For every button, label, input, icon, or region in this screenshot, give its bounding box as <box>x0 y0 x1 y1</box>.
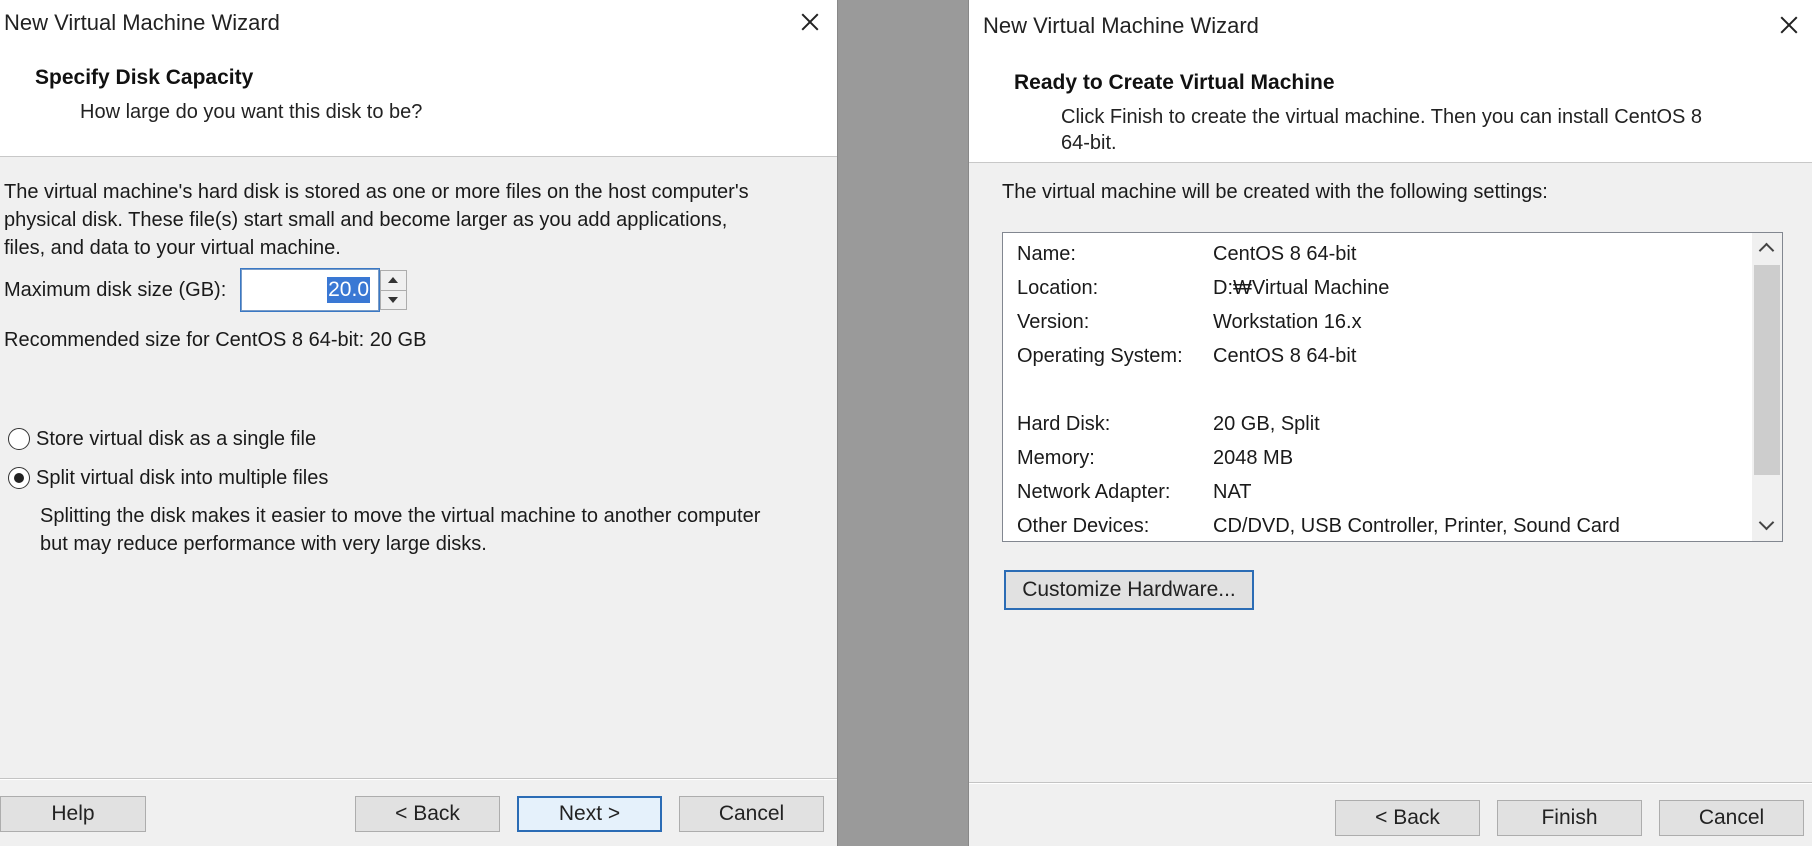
list-item: Version: Workstation 16.x <box>1003 307 1743 337</box>
setting-value: D:₩Virtual Machine <box>1213 277 1390 299</box>
disk-size-stepper[interactable] <box>380 270 407 310</box>
setting-key: Operating System: <box>1017 345 1183 367</box>
setting-key: Network Adapter: <box>1017 481 1171 503</box>
title-bar: New Virtual Machine Wizard <box>969 0 1812 44</box>
window-title: New Virtual Machine Wizard <box>4 10 280 35</box>
split-help-text: Splitting the disk makes it easier to mo… <box>40 502 830 558</box>
settings-list[interactable]: Name: CentOS 8 64-bit Location: D:₩Virtu… <box>1002 232 1783 542</box>
customize-hardware-button[interactable]: Customize Hardware... <box>1004 570 1254 610</box>
close-icon[interactable] <box>790 2 830 42</box>
list-item: Operating System: CentOS 8 64-bit <box>1003 341 1743 371</box>
setting-value: CentOS 8 64-bit <box>1213 243 1357 265</box>
finish-button[interactable]: Finish <box>1497 800 1642 836</box>
spin-up-icon[interactable] <box>381 271 406 291</box>
help-line: but may reduce performance with very lar… <box>40 533 487 555</box>
setting-key: Version: <box>1017 311 1090 333</box>
setting-value: Workstation 16.x <box>1213 311 1362 333</box>
wizard-header: Specify Disk Capacity How large do you w… <box>0 44 837 157</box>
radio-split-files-label[interactable]: Split virtual disk into multiple files <box>36 464 328 492</box>
footer-divider <box>0 778 837 780</box>
subtitle-line: Click Finish to create the virtual machi… <box>1061 106 1703 128</box>
radio-single-file[interactable] <box>8 428 30 450</box>
setting-value: 2048 MB <box>1213 447 1294 469</box>
cancel-button[interactable]: Cancel <box>1659 800 1804 836</box>
vertical-scrollbar[interactable] <box>1752 233 1782 541</box>
radio-split-files[interactable] <box>8 467 30 489</box>
chevron-up-icon[interactable] <box>1752 233 1782 263</box>
max-disk-size-label: Maximum disk size (GB): <box>4 279 227 301</box>
setting-value: NAT <box>1213 481 1252 503</box>
scroll-thumb[interactable] <box>1754 265 1780 475</box>
max-disk-size-input[interactable]: 20.0 <box>240 268 380 312</box>
setting-key: Memory: <box>1017 447 1095 469</box>
setting-key: Location: <box>1017 277 1099 299</box>
radio-single-file-label[interactable]: Store virtual disk as a single file <box>36 425 316 453</box>
list-item: Location: D:₩Virtual Machine <box>1003 273 1743 303</box>
ready-to-create-window: New Virtual Machine Wizard Ready to Crea… <box>968 0 1812 846</box>
window-title: New Virtual Machine Wizard <box>983 13 1259 38</box>
page-subtitle: How large do you want this disk to be? <box>80 101 423 123</box>
description-line: files, and data to your virtual machine. <box>4 237 341 259</box>
next-button[interactable]: Next > <box>517 796 662 832</box>
description-line: The virtual machine's hard disk is store… <box>4 181 749 203</box>
setting-key: Other Devices: <box>1017 515 1150 537</box>
footer-divider <box>969 782 1812 784</box>
help-line: Splitting the disk makes it easier to mo… <box>40 505 761 527</box>
list-item: Hard Disk: 20 GB, Split <box>1003 409 1743 439</box>
disk-capacity-window: New Virtual Machine Wizard Specify Disk … <box>0 0 838 846</box>
page-title: Ready to Create Virtual Machine <box>1014 71 1335 94</box>
setting-value: CentOS 8 64-bit <box>1213 345 1357 367</box>
description-line: physical disk. These file(s) start small… <box>4 209 728 231</box>
back-button[interactable]: < Back <box>1335 800 1480 836</box>
setting-value: CD/DVD, USB Controller, Printer, Sound C… <box>1213 515 1620 537</box>
help-button[interactable]: Help <box>0 796 146 832</box>
list-item: Network Adapter: NAT <box>1003 477 1743 507</box>
recommended-size: Recommended size for CentOS 8 64-bit: 20… <box>4 329 427 351</box>
disk-description: The virtual machine's hard disk is store… <box>4 178 824 262</box>
list-item: Name: CentOS 8 64-bit <box>1003 239 1743 269</box>
page-title: Specify Disk Capacity <box>35 66 254 89</box>
back-button[interactable]: < Back <box>355 796 500 832</box>
list-item: Memory: 2048 MB <box>1003 443 1743 473</box>
setting-key: Name: <box>1017 243 1076 265</box>
setting-key: Hard Disk: <box>1017 413 1111 435</box>
chevron-down-icon[interactable] <box>1752 511 1782 541</box>
spin-down-icon[interactable] <box>381 290 406 309</box>
close-icon[interactable] <box>1769 5 1809 45</box>
setting-value: 20 GB, Split <box>1213 413 1320 435</box>
page-subtitle: Click Finish to create the virtual machi… <box>1061 104 1781 156</box>
max-disk-size-value: 20.0 <box>327 277 370 303</box>
list-item: Other Devices: CD/DVD, USB Controller, P… <box>1003 511 1743 541</box>
wizard-header: Ready to Create Virtual Machine Click Fi… <box>969 44 1812 163</box>
subtitle-line: 64-bit. <box>1061 132 1117 154</box>
cancel-button[interactable]: Cancel <box>679 796 824 832</box>
title-bar: New Virtual Machine Wizard <box>0 0 837 44</box>
settings-intro: The virtual machine will be created with… <box>1002 181 1548 203</box>
